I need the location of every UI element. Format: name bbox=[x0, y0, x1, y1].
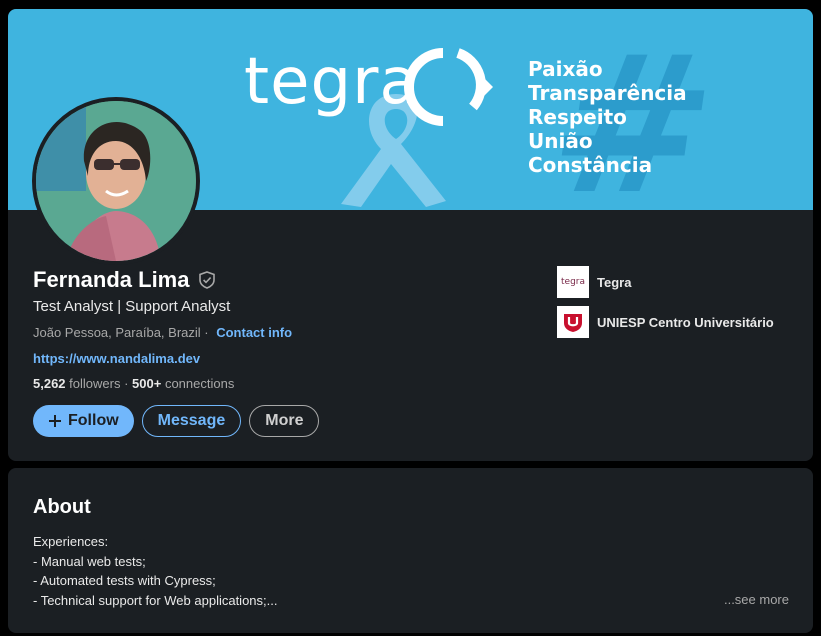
org-name: UNIESP Centro Universitário bbox=[597, 314, 774, 330]
org-item-tegra[interactable]: tegra Tegra bbox=[557, 266, 774, 298]
profile-location: João Pessoa, Paraíba, Brazil bbox=[33, 325, 201, 340]
website-link[interactable]: https://www.nandalima.dev bbox=[33, 351, 200, 366]
profile-name: Fernanda Lima bbox=[33, 267, 190, 292]
profile-headline: Test Analyst | Support Analyst bbox=[33, 298, 231, 315]
about-line: - Automated tests with Cypress; bbox=[33, 573, 216, 588]
stats-row: 5,262 followers · 500+ connections bbox=[33, 376, 234, 391]
verified-shield-icon[interactable] bbox=[197, 270, 217, 290]
avatar-photo bbox=[36, 101, 196, 261]
organizations-list: tegra Tegra UNIESP Centro Universitário bbox=[557, 266, 774, 346]
about-line: - Technical support for Web applications… bbox=[33, 592, 278, 608]
connections-label: connections bbox=[161, 376, 235, 391]
banner-value: Paixão bbox=[528, 57, 603, 81]
contact-info-link[interactable]: Contact info bbox=[216, 325, 292, 340]
connections-count[interactable]: 500+ bbox=[132, 376, 161, 391]
message-button[interactable]: Message bbox=[141, 405, 242, 437]
banner-value: Transparência bbox=[528, 81, 687, 105]
about-title: About bbox=[33, 496, 91, 518]
uniesp-logo-icon bbox=[557, 306, 589, 338]
tegra-logo-text: tegra bbox=[561, 277, 585, 287]
followers-count[interactable]: 5,262 bbox=[33, 376, 66, 391]
org-item-uniesp[interactable]: UNIESP Centro Universitário bbox=[557, 306, 774, 338]
banner-values-list: Paixão Transparência Respeito União Cons… bbox=[528, 57, 687, 177]
more-button[interactable]: More bbox=[249, 405, 320, 437]
org-name: Tegra bbox=[597, 274, 632, 290]
banner-value: União bbox=[528, 129, 593, 153]
tegra-banner-logo: tegra bbox=[244, 45, 420, 119]
name-row: Fernanda Lima bbox=[33, 267, 217, 293]
about-card: About Experiences: - Manual web tests; -… bbox=[8, 468, 813, 633]
banner-value: Respeito bbox=[528, 105, 627, 129]
tegra-logo-mark-icon bbox=[404, 48, 493, 126]
follow-button[interactable]: Follow bbox=[33, 405, 134, 437]
location-row: João Pessoa, Paraíba, Brazil · Contact i… bbox=[33, 325, 292, 340]
follow-label: Follow bbox=[68, 412, 119, 429]
profile-card: # tegra Paixão Transparência Respeito Un… bbox=[8, 9, 813, 461]
plus-icon bbox=[49, 415, 61, 427]
banner-value: Constância bbox=[528, 153, 653, 177]
see-more-button[interactable]: ...see more bbox=[724, 592, 789, 607]
stats-separator: · bbox=[120, 376, 133, 391]
about-text: Experiences: - Manual web tests; - Autom… bbox=[33, 532, 277, 610]
about-line: Experiences: bbox=[33, 534, 109, 549]
about-line: - Manual web tests; bbox=[33, 553, 146, 569]
tegra-logo-icon: tegra bbox=[557, 266, 589, 298]
followers-label: followers bbox=[65, 376, 121, 391]
profile-avatar[interactable] bbox=[32, 97, 200, 265]
profile-actions: Follow Message More bbox=[33, 405, 320, 437]
location-separator: · bbox=[200, 325, 213, 340]
